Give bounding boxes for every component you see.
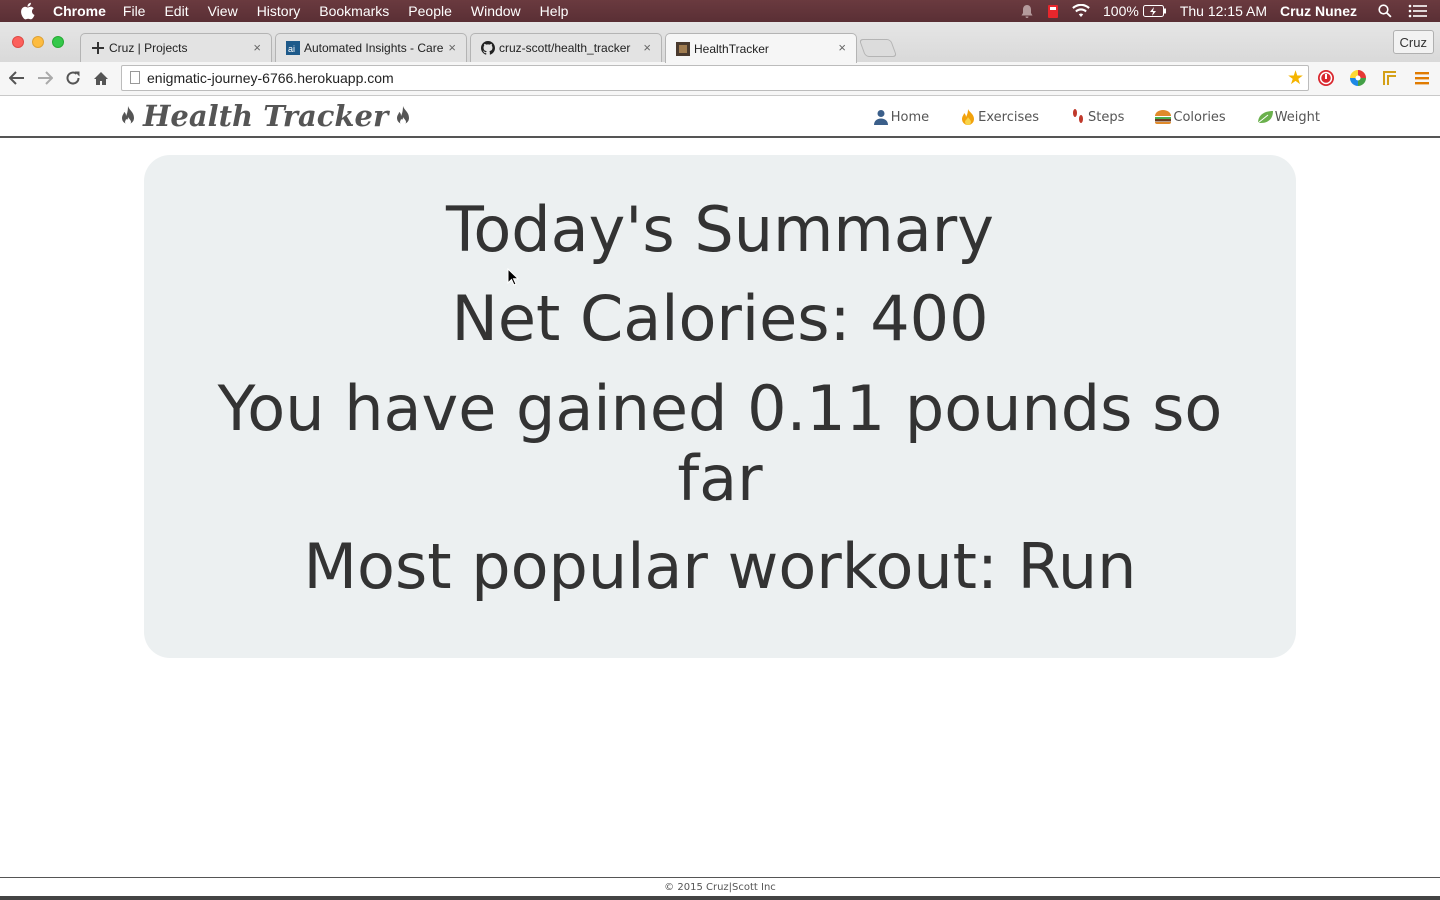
menu-file[interactable]: File	[123, 3, 146, 19]
flame-icon	[392, 104, 414, 128]
net-calories-text: Net Calories: 400	[451, 282, 989, 355]
clock[interactable]: Thu 12:15 AM	[1180, 3, 1267, 19]
tab-title: cruz-scott/health_tracker	[499, 41, 631, 55]
footer-background-strip	[0, 896, 1440, 900]
nav-label: Exercises	[978, 109, 1039, 125]
flame-icon	[117, 104, 139, 128]
menu-help[interactable]: Help	[540, 3, 569, 19]
nav-label: Steps	[1088, 109, 1125, 125]
notification-center-icon[interactable]	[1408, 4, 1428, 18]
github-icon	[481, 41, 495, 55]
nav-exercises[interactable]: Exercises	[959, 108, 1039, 126]
brand-text: Health Tracker	[143, 99, 389, 133]
tab-healthtracker[interactable]: HealthTracker ×	[665, 33, 857, 63]
tab-close-icon[interactable]: ×	[448, 40, 456, 55]
battery-percent: 100%	[1103, 3, 1139, 19]
summary-title: Today's Summary	[446, 193, 994, 266]
weight-gain-text: You have gained 0.11 pounds so far	[217, 372, 1223, 515]
reload-icon[interactable]	[63, 68, 83, 88]
site-header: Health Tracker Home Exercises Steps Colo…	[0, 96, 1440, 138]
user-name[interactable]: Cruz Nunez	[1280, 3, 1357, 19]
menu-window[interactable]: Window	[471, 3, 521, 19]
burger-icon	[1154, 108, 1172, 126]
site-brand[interactable]: Health Tracker	[113, 97, 418, 135]
nav-label: Weight	[1274, 109, 1320, 125]
tab-close-icon[interactable]: ×	[838, 40, 846, 55]
home-icon[interactable]	[91, 68, 111, 88]
nav-label: Colories	[1173, 109, 1226, 125]
browser-tab-strip: Cruz | Projects × ai Automated Insights …	[0, 22, 1440, 63]
profile-button[interactable]: Cruz	[1392, 30, 1434, 54]
close-window-button[interactable]	[12, 36, 24, 48]
menu-view[interactable]: View	[208, 3, 238, 19]
bookmark-star-icon[interactable]: ★	[1287, 67, 1304, 90]
plus-icon	[91, 41, 105, 55]
zoom-window-button[interactable]	[52, 36, 64, 48]
mouse-cursor-icon	[507, 267, 520, 286]
leaf-icon	[1256, 108, 1274, 126]
nav-home[interactable]: Home	[872, 108, 929, 126]
svg-text:ai: ai	[288, 44, 295, 54]
nav-weight[interactable]: Weight	[1256, 108, 1320, 126]
minimize-window-button[interactable]	[32, 36, 44, 48]
notification-bell-icon[interactable]	[1020, 4, 1034, 19]
menu-people[interactable]: People	[408, 3, 452, 19]
nav-calories[interactable]: Colories	[1154, 108, 1226, 126]
site-nav: Home Exercises Steps Colories Weight	[842, 96, 1320, 138]
person-icon	[872, 108, 890, 126]
tab-title: Automated Insights - Care	[304, 41, 444, 55]
macos-menu-bar: Chrome File Edit View History Bookmarks …	[0, 0, 1440, 22]
forward-arrow-icon[interactable]	[35, 68, 55, 88]
browser-toolbar: enigmatic-journey-6766.herokuapp.com ★	[0, 62, 1440, 96]
menu-edit[interactable]: Edit	[164, 3, 188, 19]
address-url[interactable]: enigmatic-journey-6766.herokuapp.com	[147, 70, 394, 86]
tab-automated-insights[interactable]: ai Automated Insights - Care ×	[275, 33, 467, 62]
red-app-icon[interactable]	[1047, 4, 1059, 19]
menu-app-name[interactable]: Chrome	[53, 3, 106, 19]
footprints-icon	[1069, 108, 1087, 126]
ai-logo-icon: ai	[286, 41, 300, 55]
address-bar[interactable]: enigmatic-journey-6766.herokuapp.com ★	[121, 65, 1309, 91]
site-favicon	[676, 41, 690, 56]
back-arrow-icon[interactable]	[7, 68, 27, 88]
tag-extension-icon[interactable]	[1380, 68, 1400, 88]
nav-steps[interactable]: Steps	[1069, 108, 1124, 126]
tab-github-health-tracker[interactable]: cruz-scott/health_tracker ×	[470, 33, 662, 62]
tab-title: HealthTracker	[694, 41, 769, 56]
footer-copyright: © 2015 Cruz|Scott Inc	[664, 882, 776, 893]
chrome-menu-icon[interactable]	[1412, 68, 1432, 88]
tab-close-icon[interactable]: ×	[643, 40, 651, 55]
battery-icon[interactable]	[1142, 5, 1167, 17]
menu-history[interactable]: History	[257, 3, 301, 19]
new-tab-button[interactable]	[858, 39, 898, 57]
spotlight-search-icon[interactable]	[1378, 4, 1392, 18]
adblock-extension-icon[interactable]	[1316, 68, 1336, 88]
color-wheel-extension-icon[interactable]	[1348, 68, 1368, 88]
popular-workout-text: Most popular workout: Run	[303, 530, 1137, 603]
tab-title: Cruz | Projects	[109, 41, 188, 55]
nav-label: Home	[890, 109, 930, 125]
apple-icon[interactable]	[19, 2, 37, 20]
menu-bookmarks[interactable]: Bookmarks	[319, 3, 389, 19]
summary-card: Today's Summary Net Calories: 400 You ha…	[144, 155, 1296, 658]
page-icon	[130, 71, 140, 84]
wifi-icon[interactable]	[1072, 4, 1090, 18]
fire-icon	[959, 108, 977, 126]
tab-close-icon[interactable]: ×	[253, 40, 261, 55]
tab-cruz-projects[interactable]: Cruz | Projects ×	[80, 33, 272, 62]
